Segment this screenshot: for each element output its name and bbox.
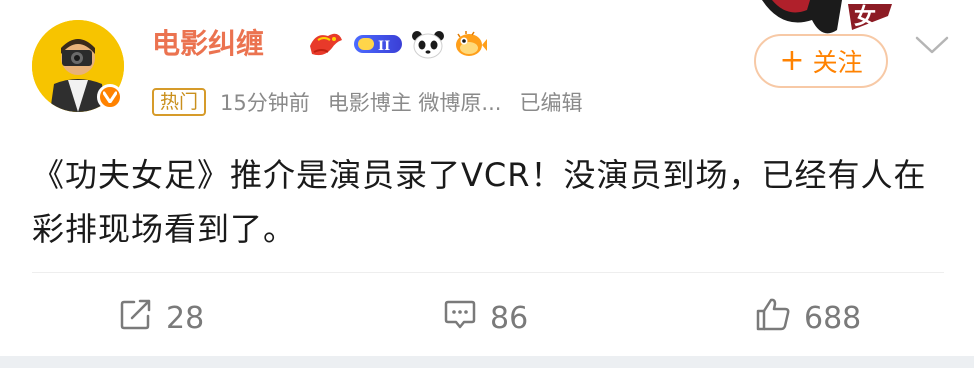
follow-button-label: 关注 — [812, 48, 863, 77]
hot-tag[interactable]: 热门 — [152, 88, 207, 116]
comment-icon — [442, 296, 490, 340]
like-icon — [754, 296, 804, 340]
panda-icon[interactable] — [410, 28, 446, 64]
comment-button[interactable]: 86 — [442, 290, 528, 346]
author-badges: II — [306, 28, 488, 64]
post-content: 《功夫女足》推介是演员录了VCR！没演员到场，已经有人在彩排现场看到了。 — [32, 156, 927, 248]
bottom-separator-bar — [0, 356, 974, 368]
plus-icon: + — [779, 43, 805, 78]
like-count: 688 — [804, 300, 862, 336]
level-text: II — [378, 39, 390, 54]
repost-button[interactable]: 28 — [118, 290, 204, 346]
post-source[interactable]: 电影博主 微博原... — [328, 87, 502, 117]
like-button[interactable]: 688 — [754, 290, 861, 346]
repost-count: 28 — [166, 300, 205, 336]
verified-v-icon — [97, 84, 123, 110]
level-badge-icon[interactable]: II — [352, 32, 404, 60]
edited-label[interactable]: 已编辑 — [519, 87, 582, 117]
chevron-down-icon[interactable] — [914, 34, 950, 56]
weibo-post-card: 女 电影纠缠 II 热门 15分钟前 电影博主 微博原... 已编辑 + 关注 … — [0, 0, 974, 368]
author-name[interactable]: 电影纠缠 — [152, 24, 264, 64]
repost-icon — [118, 296, 166, 340]
post-time: 15分钟前 — [220, 91, 310, 115]
comment-count: 86 — [490, 300, 529, 336]
dragon-badge-icon[interactable] — [306, 28, 346, 64]
post-actions: 28 86 688 — [0, 290, 974, 346]
divider — [32, 272, 944, 273]
pufferfish-icon[interactable] — [452, 28, 488, 64]
follow-button[interactable]: + 关注 — [754, 34, 888, 88]
post-meta: 热门 15分钟前 电影博主 微博原... 已编辑 — [152, 86, 582, 118]
svg-text:女: 女 — [854, 4, 876, 30]
